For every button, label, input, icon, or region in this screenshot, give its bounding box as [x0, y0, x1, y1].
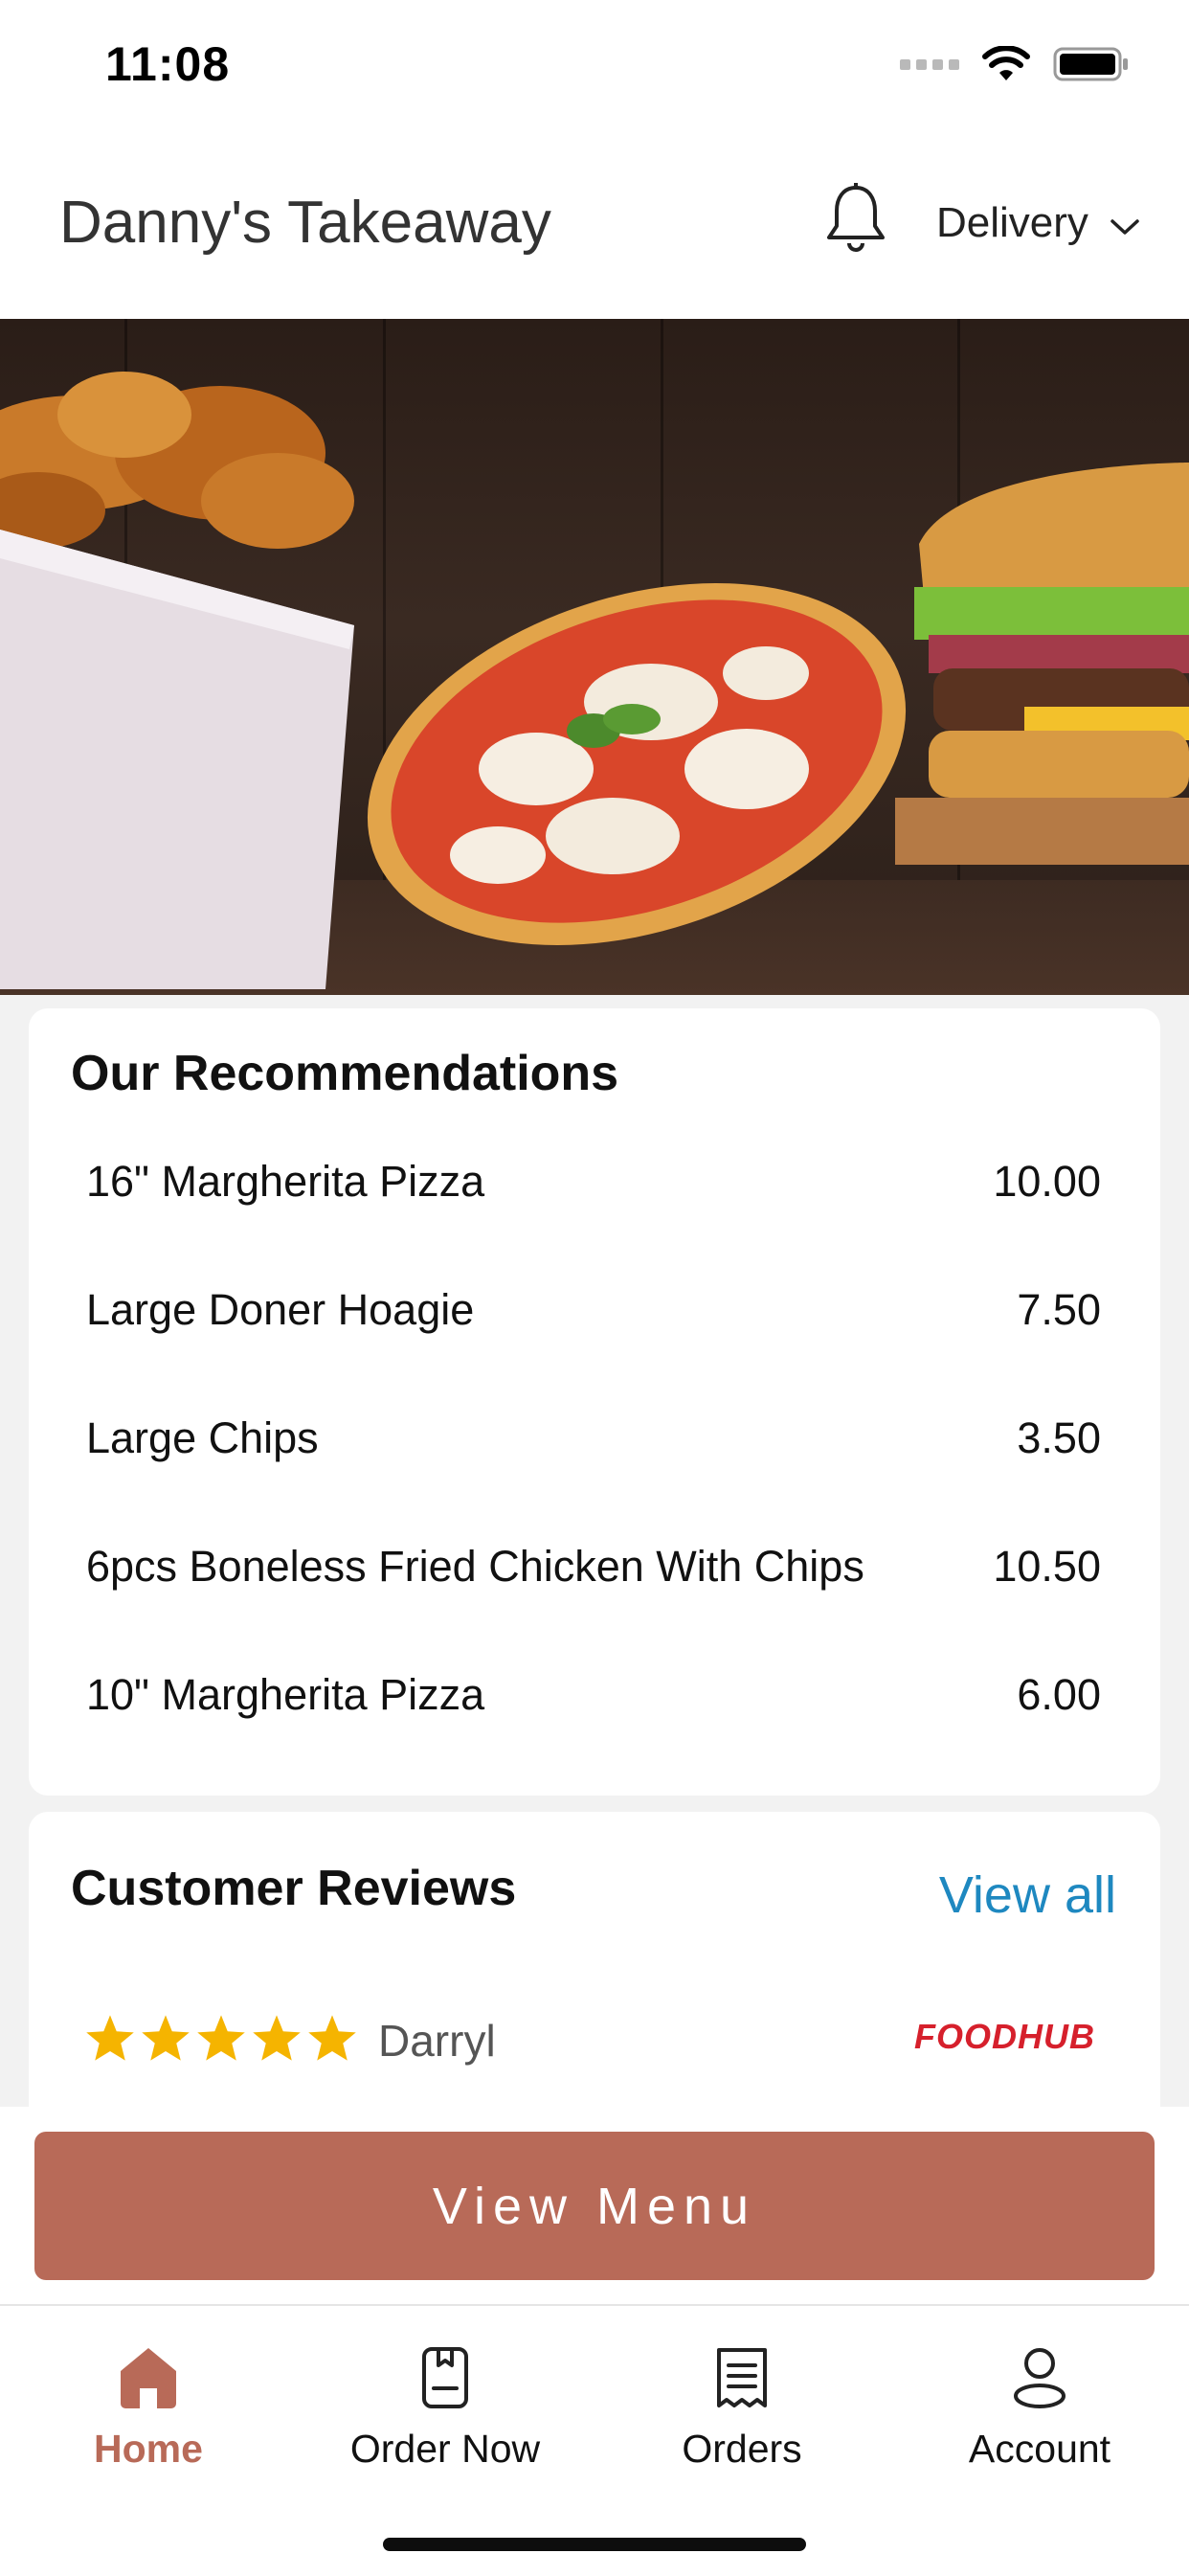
- item-name: 10" Margherita Pizza: [86, 1670, 485, 1719]
- burger-image: [895, 463, 1189, 865]
- tab-label: Orders: [682, 2427, 802, 2471]
- tab-label: Home: [94, 2427, 203, 2471]
- pizza-image: [367, 582, 907, 946]
- item-price: 10.00: [993, 1157, 1101, 1206]
- item-price: 6.00: [1017, 1670, 1101, 1719]
- status-bar: 11:08: [0, 0, 1189, 124]
- tab-orders[interactable]: Orders: [627, 2346, 857, 2472]
- item-price: 10.50: [993, 1542, 1101, 1591]
- star-icon: [142, 2015, 190, 2061]
- view-menu-button[interactable]: View Menu: [34, 2132, 1155, 2280]
- wifi-icon: [982, 46, 1030, 82]
- order-now-icon: [422, 2347, 468, 2408]
- status-icons: [900, 46, 1130, 82]
- view-all-reviews-link[interactable]: View all: [939, 1865, 1116, 1925]
- account-icon: [1014, 2348, 1066, 2408]
- tab-account[interactable]: Account: [925, 2346, 1155, 2472]
- star-icon: [308, 2015, 356, 2061]
- star-icon: [197, 2015, 245, 2061]
- view-menu-bar: View Menu: [0, 2107, 1189, 2304]
- tab-home[interactable]: Home: [34, 2346, 263, 2472]
- app-header: Danny's Takeaway Delivery: [0, 124, 1189, 320]
- hero-food-image: [0, 319, 1189, 995]
- recommendations-card: Our Recommendations 16" Margherita Pizza…: [29, 1008, 1160, 1796]
- recommendation-item[interactable]: Large Chips 3.50: [86, 1400, 1101, 1477]
- tab-label: Account: [968, 2427, 1111, 2471]
- recommendations-title: Our Recommendations: [71, 1046, 619, 1101]
- reviewer-name: Darryl: [378, 2016, 496, 2066]
- recommendation-item[interactable]: 6pcs Boneless Fried Chicken With Chips 1…: [86, 1528, 1101, 1605]
- recommendation-item[interactable]: 10" Margherita Pizza 6.00: [86, 1657, 1101, 1733]
- bell-icon[interactable]: [823, 182, 888, 261]
- tab-order-now[interactable]: Order Now: [330, 2346, 560, 2472]
- battery-icon: [1053, 46, 1130, 82]
- fried-chicken-image: [0, 372, 354, 989]
- item-name: Large Doner Hoagie: [86, 1285, 475, 1334]
- home-icon: [121, 2348, 176, 2408]
- restaurant-name: Danny's Takeaway: [59, 190, 551, 256]
- rating-stars: [84, 2013, 358, 2063]
- order-type-dropdown[interactable]: Delivery: [936, 199, 1140, 247]
- item-name: Large Chips: [86, 1413, 319, 1462]
- star-icon: [86, 2015, 134, 2061]
- tab-label: Order Now: [349, 2427, 541, 2471]
- chevron-down-icon: [1110, 199, 1140, 247]
- star-icon: [253, 2015, 301, 2061]
- bottom-tab-bar: Home Order Now Orders Account: [0, 2304, 1189, 2576]
- item-price: 7.50: [1017, 1285, 1101, 1334]
- home-indicator: [383, 2538, 806, 2551]
- item-name: 16" Margherita Pizza: [86, 1157, 485, 1206]
- item-price: 3.50: [1017, 1413, 1101, 1462]
- receipt-icon: [717, 2348, 767, 2407]
- reviews-title: Customer Reviews: [71, 1861, 517, 1916]
- item-name: 6pcs Boneless Fried Chicken With Chips: [86, 1542, 864, 1591]
- signal-icon: [900, 58, 959, 70]
- status-time: 11:08: [105, 37, 231, 91]
- foodhub-logo: FOODHUB: [914, 2017, 1095, 2056]
- order-type-label: Delivery: [936, 199, 1088, 246]
- recommendation-item[interactable]: 16" Margherita Pizza 10.00: [86, 1143, 1101, 1220]
- recommendation-item[interactable]: Large Doner Hoagie 7.50: [86, 1272, 1101, 1348]
